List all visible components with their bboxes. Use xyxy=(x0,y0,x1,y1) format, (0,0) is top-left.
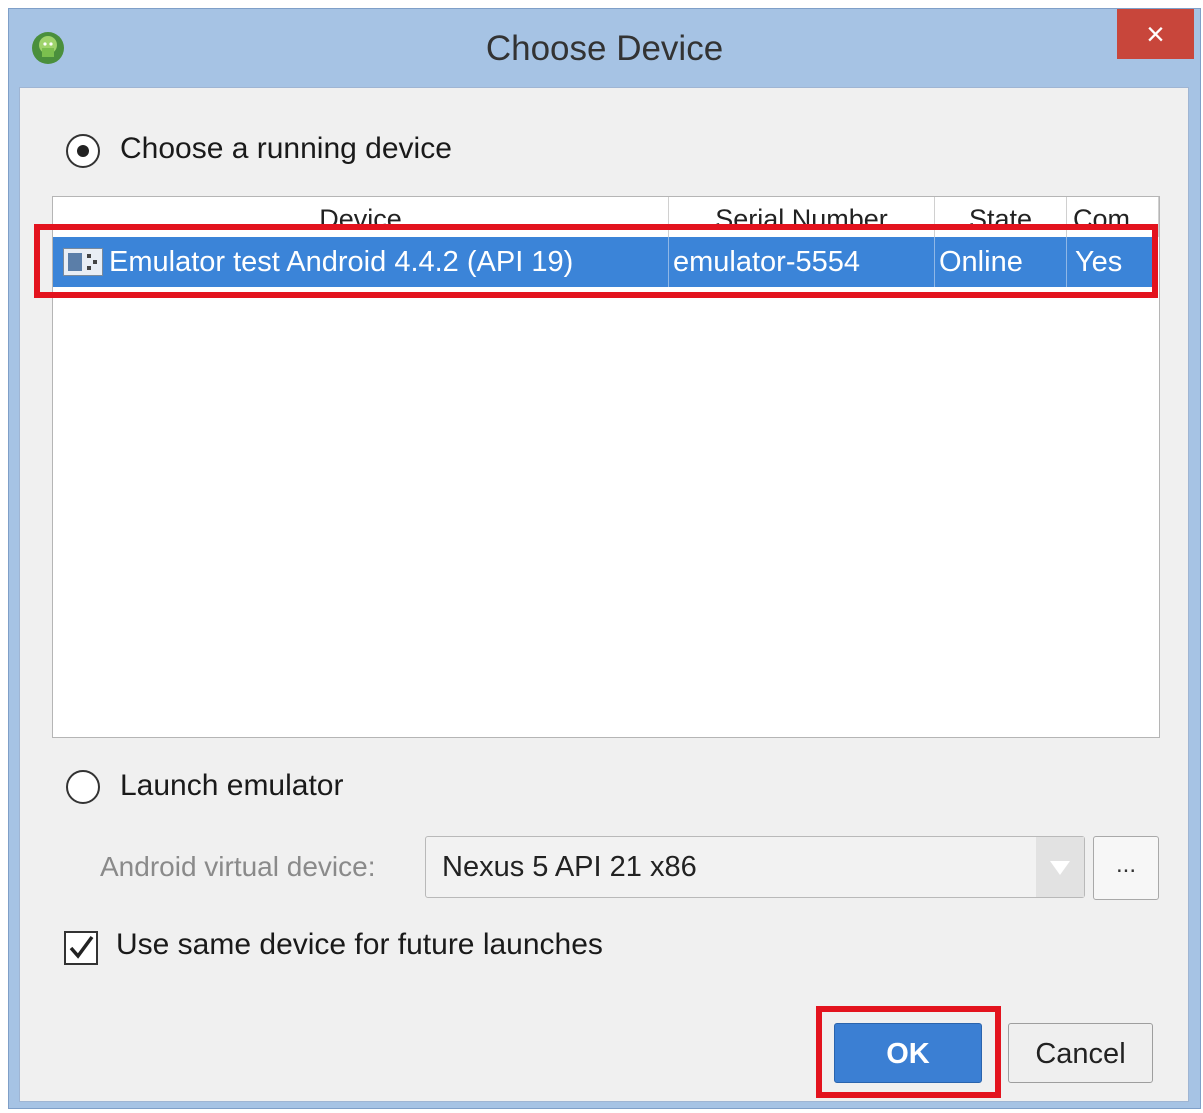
emulator-device-icon xyxy=(63,248,103,276)
ok-button[interactable]: OK xyxy=(834,1023,982,1083)
avd-label: Android virtual device: xyxy=(100,851,376,882)
chevron-down-icon[interactable] xyxy=(1036,837,1084,897)
dialog-title: Choose Device xyxy=(485,29,724,68)
choose-device-dialog: Choose Device × Choose a running device … xyxy=(8,8,1201,1109)
running-device-label-text: Choose a running device xyxy=(120,132,452,165)
column-header-device[interactable]: Device xyxy=(53,197,669,237)
close-button[interactable]: × xyxy=(1117,9,1194,59)
close-icon: × xyxy=(1146,16,1165,52)
cancel-button[interactable]: Cancel xyxy=(1008,1023,1153,1083)
launch-emulator-label[interactable]: Launch emulator xyxy=(120,769,343,803)
running-device-radio[interactable] xyxy=(66,134,100,168)
launch-emulator-radio[interactable] xyxy=(66,770,100,804)
dialog-body: Choose a running device Device Serial Nu… xyxy=(19,87,1189,1102)
serial-number-cell: emulator-5554 xyxy=(669,237,935,287)
avd-select[interactable]: Nexus 5 API 21 x86 xyxy=(425,836,1085,898)
device-name-cell: Emulator test Android 4.4.2 (API 19) xyxy=(109,237,669,287)
title-bar: Choose Device × xyxy=(9,9,1200,89)
column-header-compatible[interactable]: Com xyxy=(1067,197,1159,237)
device-table: Device Serial Number State Com Emulator … xyxy=(52,196,1160,738)
checkmark-icon xyxy=(69,935,94,959)
column-header-state[interactable]: State xyxy=(935,197,1067,237)
table-row[interactable]: Emulator test Android 4.4.2 (API 19) emu… xyxy=(53,237,1157,287)
table-header: Device Serial Number State Com xyxy=(53,197,1159,237)
browse-avd-button[interactable]: ... xyxy=(1093,836,1159,900)
same-device-label[interactable]: Use same device for future launches xyxy=(116,928,603,962)
avd-select-value: Nexus 5 API 21 x86 xyxy=(442,851,697,883)
column-header-serial-number[interactable]: Serial Number xyxy=(669,197,935,237)
launch-emulator-label-text: Launch emulator xyxy=(120,769,344,802)
compatible-cell: Yes xyxy=(1075,246,1123,278)
running-device-label[interactable]: Choose a running device xyxy=(120,132,452,166)
state-cell: Online xyxy=(935,237,1067,287)
same-device-checkbox[interactable] xyxy=(64,931,98,965)
